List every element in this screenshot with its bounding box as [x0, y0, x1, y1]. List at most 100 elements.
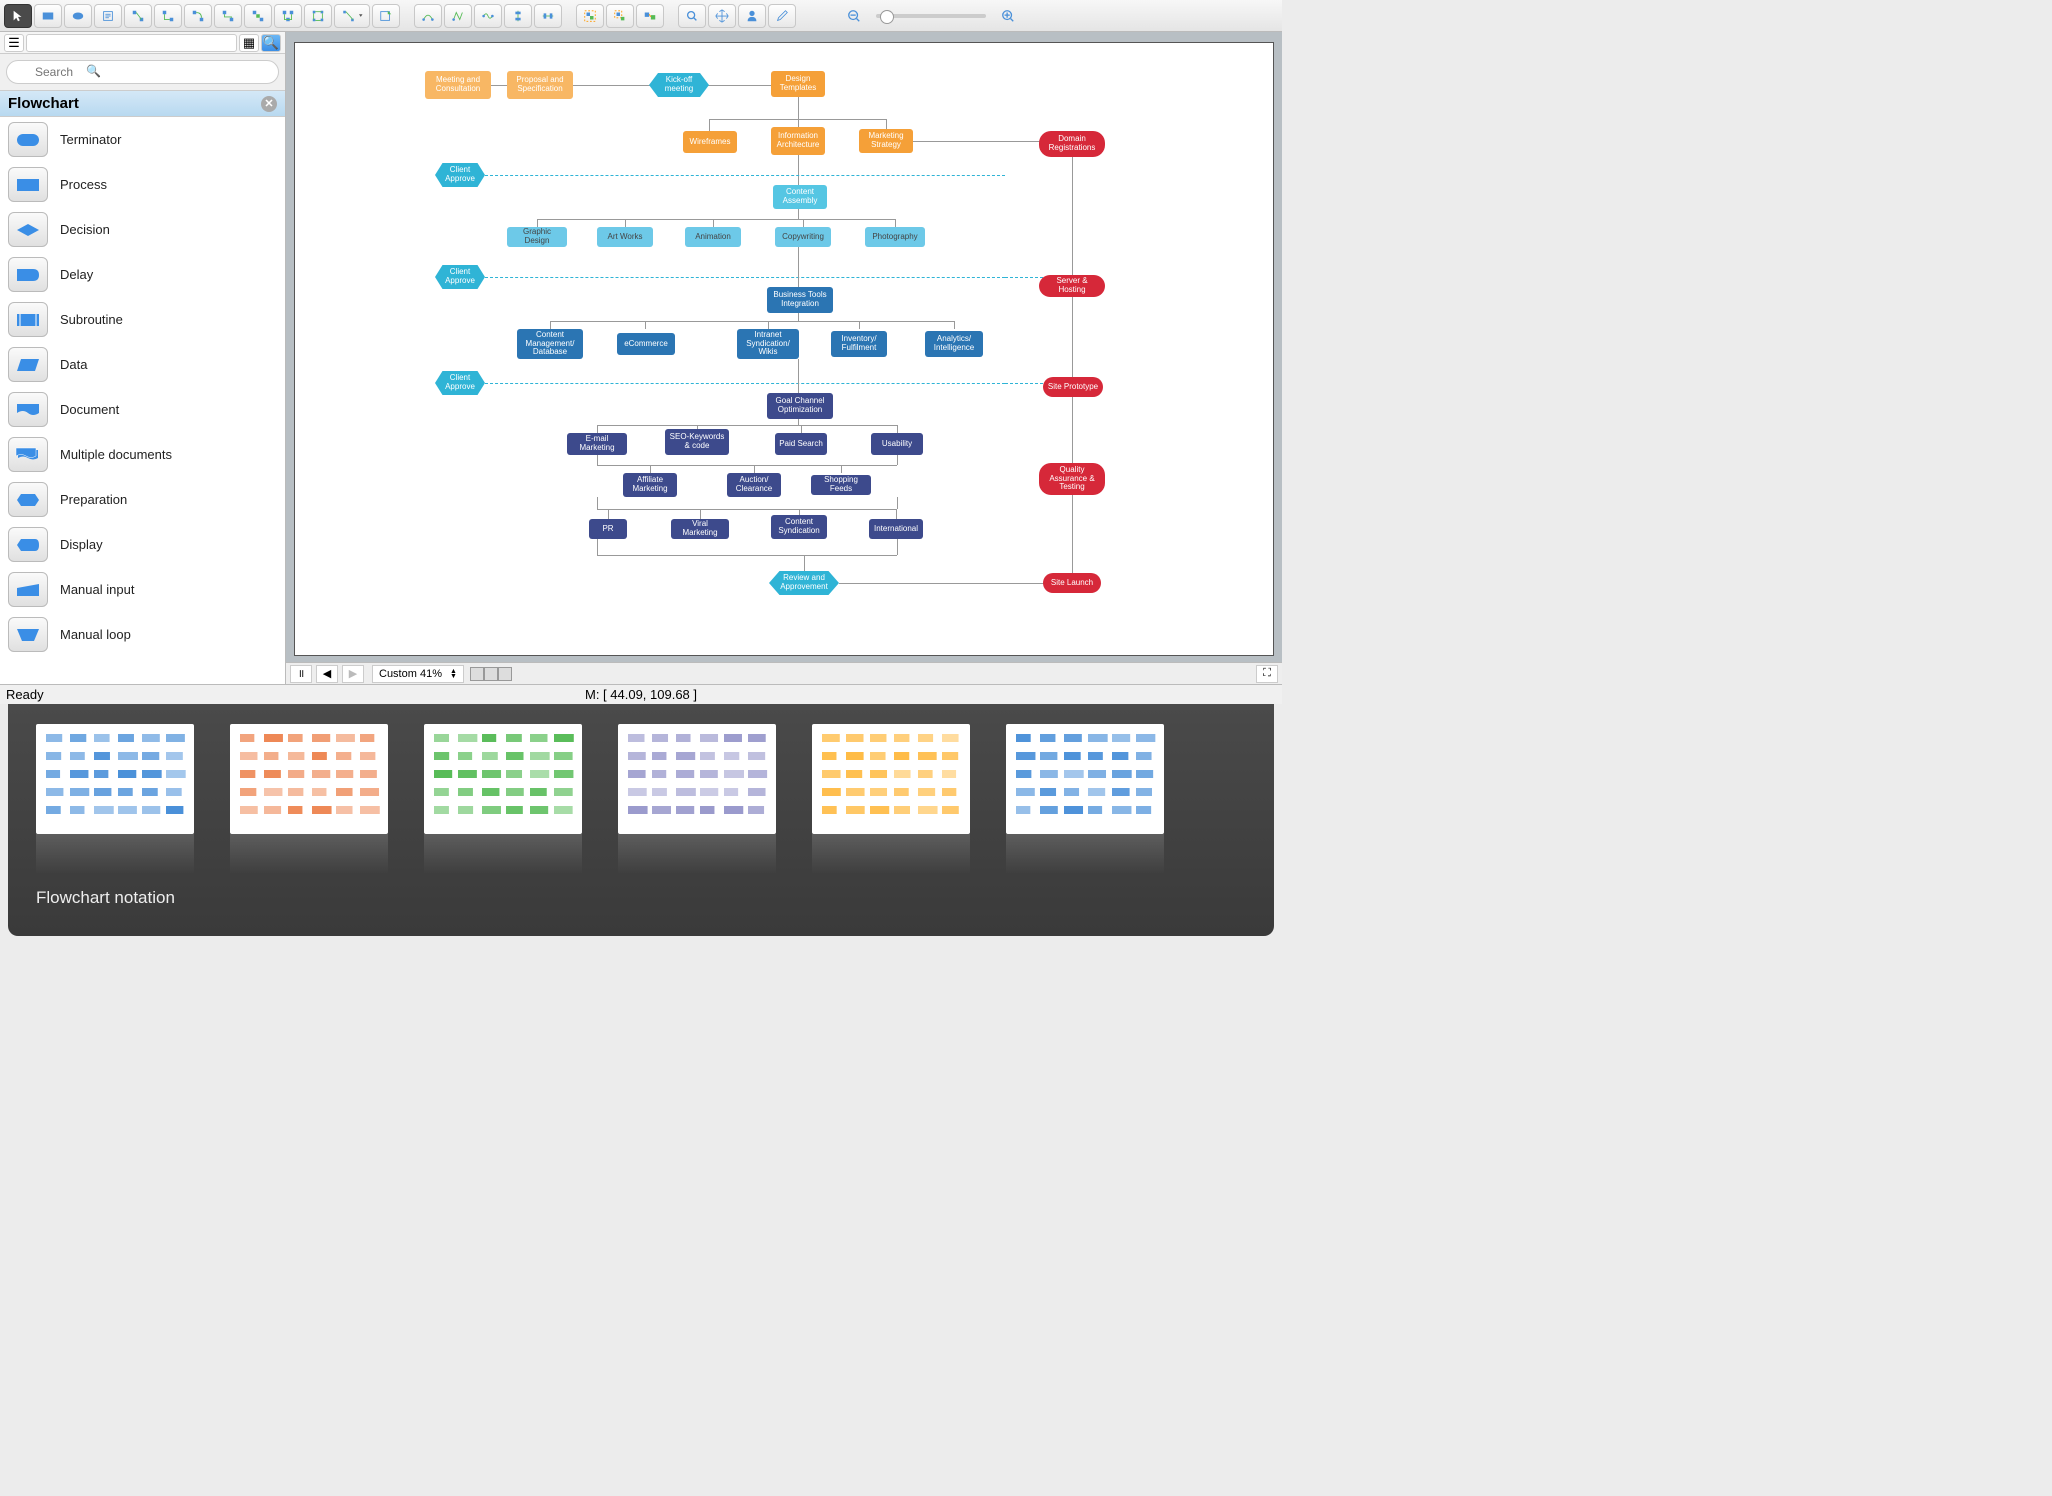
flowchart-node[interactable]: PR: [589, 519, 627, 539]
shape-item-multidoc[interactable]: Multiple documents: [0, 432, 285, 477]
flowchart-node[interactable]: Affiliate Marketing: [623, 473, 677, 497]
close-section-icon[interactable]: ✕: [261, 96, 277, 112]
flowchart-node[interactable]: E-mail Marketing: [567, 433, 627, 455]
zoom-slider[interactable]: [876, 14, 986, 18]
connector-5-button[interactable]: [244, 4, 272, 28]
gallery-thumb[interactable]: [812, 724, 970, 834]
connector-3-button[interactable]: [184, 4, 212, 28]
curve-tool-2-button[interactable]: [444, 4, 472, 28]
gallery-thumb[interactable]: [424, 724, 582, 834]
connector-2-button[interactable]: [154, 4, 182, 28]
shape-item-preparation[interactable]: Preparation: [0, 477, 285, 522]
panel-search-icon[interactable]: 🔍: [261, 34, 281, 52]
pointer-tool-button[interactable]: [4, 4, 32, 28]
zoom-out-button[interactable]: [840, 4, 868, 28]
shapes-search-input[interactable]: [6, 60, 279, 84]
next-page-button[interactable]: ▶: [342, 665, 364, 683]
shape-item-manualinput[interactable]: Manual input: [0, 567, 285, 612]
flowchart-node[interactable]: Content Management/ Database: [517, 329, 583, 359]
flowchart-node[interactable]: Marketing Strategy: [859, 129, 913, 153]
flowchart-node[interactable]: Quality Assurance & Testing: [1039, 463, 1105, 495]
flowchart-node[interactable]: Goal Channel Optimization: [767, 393, 833, 419]
shape-item-display[interactable]: Display: [0, 522, 285, 567]
flowchart-node[interactable]: Design Templates: [771, 71, 825, 97]
flowchart-node[interactable]: Client Approve: [435, 265, 485, 289]
zoom-in-button[interactable]: [994, 4, 1022, 28]
zoom-button[interactable]: [678, 4, 706, 28]
tree-icon[interactable]: ☰: [4, 34, 24, 52]
group-2-button[interactable]: [606, 4, 634, 28]
user-button[interactable]: [738, 4, 766, 28]
text-tool-button[interactable]: [94, 4, 122, 28]
flowchart-node[interactable]: Paid Search: [775, 433, 827, 455]
flowchart-node[interactable]: Site Prototype: [1043, 377, 1103, 397]
flowchart-node[interactable]: Auction/ Clearance: [727, 473, 781, 497]
page-tab[interactable]: [470, 667, 484, 681]
flowchart-node[interactable]: Content Syndication: [771, 515, 827, 539]
flowchart-node[interactable]: Domain Registrations: [1039, 131, 1105, 157]
shape-item-document[interactable]: Document: [0, 387, 285, 432]
flowchart-node[interactable]: Wireframes: [683, 131, 737, 153]
flowchart-node[interactable]: Usability: [871, 433, 923, 455]
flowchart-node[interactable]: Photography: [865, 227, 925, 247]
align-vertical-button[interactable]: [504, 4, 532, 28]
panel-filter-input[interactable]: [26, 34, 237, 52]
curve-tool-1-button[interactable]: [414, 4, 442, 28]
connector-menu-button[interactable]: [334, 4, 370, 28]
flowchart-node[interactable]: Viral Marketing: [671, 519, 729, 539]
page-tab[interactable]: [484, 667, 498, 681]
flowchart-node[interactable]: Art Works: [597, 227, 653, 247]
gallery-thumb[interactable]: [36, 724, 194, 834]
group-1-button[interactable]: [576, 4, 604, 28]
flowchart-node[interactable]: Proposal and Specification: [507, 71, 573, 99]
curve-tool-3-button[interactable]: [474, 4, 502, 28]
flowchart-node[interactable]: SEO-Keywords & code: [665, 429, 729, 455]
flowchart-node[interactable]: Review and Approvement: [769, 571, 839, 595]
flowchart-node[interactable]: Shopping Feeds: [811, 475, 871, 495]
gallery-thumb[interactable]: [1006, 724, 1164, 834]
flowchart-node[interactable]: Server & Hosting: [1039, 275, 1105, 297]
flowchart-node[interactable]: Information Architecture: [771, 127, 825, 155]
shape-item-process[interactable]: Process: [0, 162, 285, 207]
connector-7-button[interactable]: [304, 4, 332, 28]
shape-item-manualloop[interactable]: Manual loop: [0, 612, 285, 657]
fit-button[interactable]: ⛶: [1256, 665, 1278, 683]
shape-item-subroutine[interactable]: Subroutine: [0, 297, 285, 342]
gallery-thumb[interactable]: [230, 724, 388, 834]
flowchart-node[interactable]: Content Assembly: [773, 185, 827, 209]
shape-item-data[interactable]: Data: [0, 342, 285, 387]
flowchart-node[interactable]: Site Launch: [1043, 573, 1101, 593]
flowchart-node[interactable]: Meeting and Consultation: [425, 71, 491, 99]
flowchart-node[interactable]: Graphic Design: [507, 227, 567, 247]
flowchart-node[interactable]: Client Approve: [435, 163, 485, 187]
flowchart-node[interactable]: Animation: [685, 227, 741, 247]
zoom-spinner[interactable]: ▲▼: [450, 669, 457, 679]
group-3-button[interactable]: [636, 4, 664, 28]
gallery-thumb[interactable]: [618, 724, 776, 834]
grid-view-icon[interactable]: ▦: [239, 34, 259, 52]
page-tab[interactable]: [498, 667, 512, 681]
shape-item-terminator[interactable]: Terminator: [0, 117, 285, 162]
section-header[interactable]: Flowchart ✕: [0, 90, 285, 117]
rectangle-tool-button[interactable]: [34, 4, 62, 28]
drawing-canvas[interactable]: Meeting and Consultation Proposal and Spe…: [294, 42, 1274, 656]
shape-item-delay[interactable]: Delay: [0, 252, 285, 297]
ellipse-tool-button[interactable]: [64, 4, 92, 28]
zoom-display[interactable]: Custom 41% ▲▼: [372, 665, 464, 683]
connector-4-button[interactable]: [214, 4, 242, 28]
connector-6-button[interactable]: [274, 4, 302, 28]
flowchart-node[interactable]: Client Approve: [435, 371, 485, 395]
flowchart-node[interactable]: Business Tools Integration: [767, 287, 833, 313]
pan-button[interactable]: [708, 4, 736, 28]
connector-1-button[interactable]: [124, 4, 152, 28]
eyedropper-button[interactable]: [768, 4, 796, 28]
insert-button[interactable]: [372, 4, 400, 28]
prev-page-button[interactable]: ◀: [316, 665, 338, 683]
flowchart-node[interactable]: eCommerce: [617, 333, 675, 355]
flowchart-node[interactable]: International: [869, 519, 923, 539]
flowchart-node[interactable]: Inventory/ Fulfilment: [831, 331, 887, 357]
flowchart-node[interactable]: Analytics/ Intelligence: [925, 331, 983, 357]
flowchart-node[interactable]: Intranet Syndication/ Wikis: [737, 329, 799, 359]
flowchart-node[interactable]: Copywriting: [775, 227, 831, 247]
flowchart-node[interactable]: Kick-off meeting: [649, 73, 709, 97]
